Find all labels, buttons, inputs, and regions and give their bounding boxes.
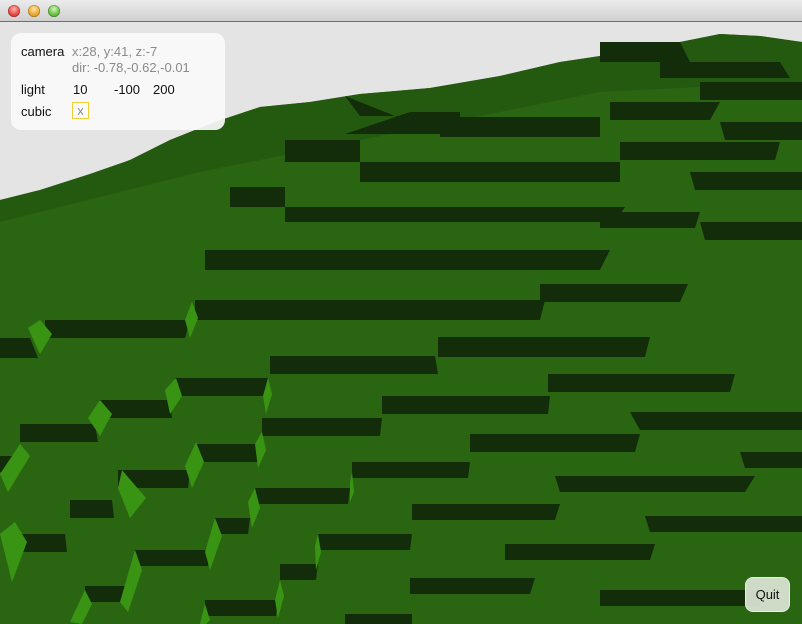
terrain-shadow-face [195,444,262,462]
camera-label: camera [21,44,65,59]
terrain-shadow-face [20,424,98,442]
terrain-shadow-face [700,82,802,100]
terrain-shadow-face [410,578,535,594]
terrain-shadow-face [660,62,790,78]
terrain-shadow-face [382,396,550,414]
terrain-shadow-face [610,102,720,120]
terrain-shadow-face [720,122,802,140]
terrain-shadow-face [135,550,210,566]
light-y-value[interactable]: -100 [114,82,140,97]
terrain-shadow-face [740,452,802,468]
terrain-shadow-face [280,564,318,580]
terrain-shadow-face [600,212,700,228]
terrain-shadow-face [205,600,278,616]
window-titlebar [0,0,802,22]
terrain-shadow-face [440,117,600,137]
quit-button[interactable]: Quit [745,577,790,612]
terrain-shadow-face [645,516,802,532]
light-z-value[interactable]: 200 [153,82,175,97]
terrain-shadow-face [230,187,285,207]
terrain-shadow-face [600,42,690,62]
terrain-shadow-face [630,412,802,430]
terrain-shadow-face [345,614,412,624]
terrain-shadow-face [412,504,560,520]
terrain-shadow-face [45,320,190,338]
terrain-shadow-face [540,284,688,302]
terrain-shadow-face [470,434,640,452]
terrain-shadow-face [690,172,802,190]
minimize-window-button[interactable] [28,5,40,17]
light-label: light [21,82,45,97]
terrain-shadow-face [352,462,470,478]
close-window-button[interactable] [8,5,20,17]
terrain-shadow-face [318,534,412,550]
terrain-shadow-face [285,140,360,162]
terrain-shadow-face [548,374,735,392]
terrain-shadow-face [600,590,760,606]
terrain-shadow-face [505,544,655,560]
terrain-shadow-face [438,337,650,357]
terrain-shadow-face [262,418,382,436]
terrain-shadow-face [285,207,625,222]
terrain-shadow-face [175,378,268,396]
cubic-label: cubic [21,104,52,119]
terrain-shadow-face [700,222,802,240]
info-panel: camera x:28, y:41, z:-7 dir: -0.78,-0.62… [11,33,225,130]
light-x-value[interactable]: 10 [73,82,87,97]
terrain-shadow-face [620,142,780,160]
terrain-shadow-face [270,356,438,374]
cubic-checkbox[interactable]: x [72,102,89,119]
terrain-shadow-face [195,300,545,320]
terrain-shadow-face [555,476,755,492]
maximize-window-button[interactable] [48,5,60,17]
camera-position: x:28, y:41, z:-7 [72,44,158,59]
terrain-shadow-face [255,488,350,504]
terrain-shadow-face [205,250,610,270]
camera-direction: dir: -0.78,-0.62,-0.01 [72,60,190,75]
terrain-shadow-face [70,500,114,518]
terrain-shadow-face [360,162,620,182]
